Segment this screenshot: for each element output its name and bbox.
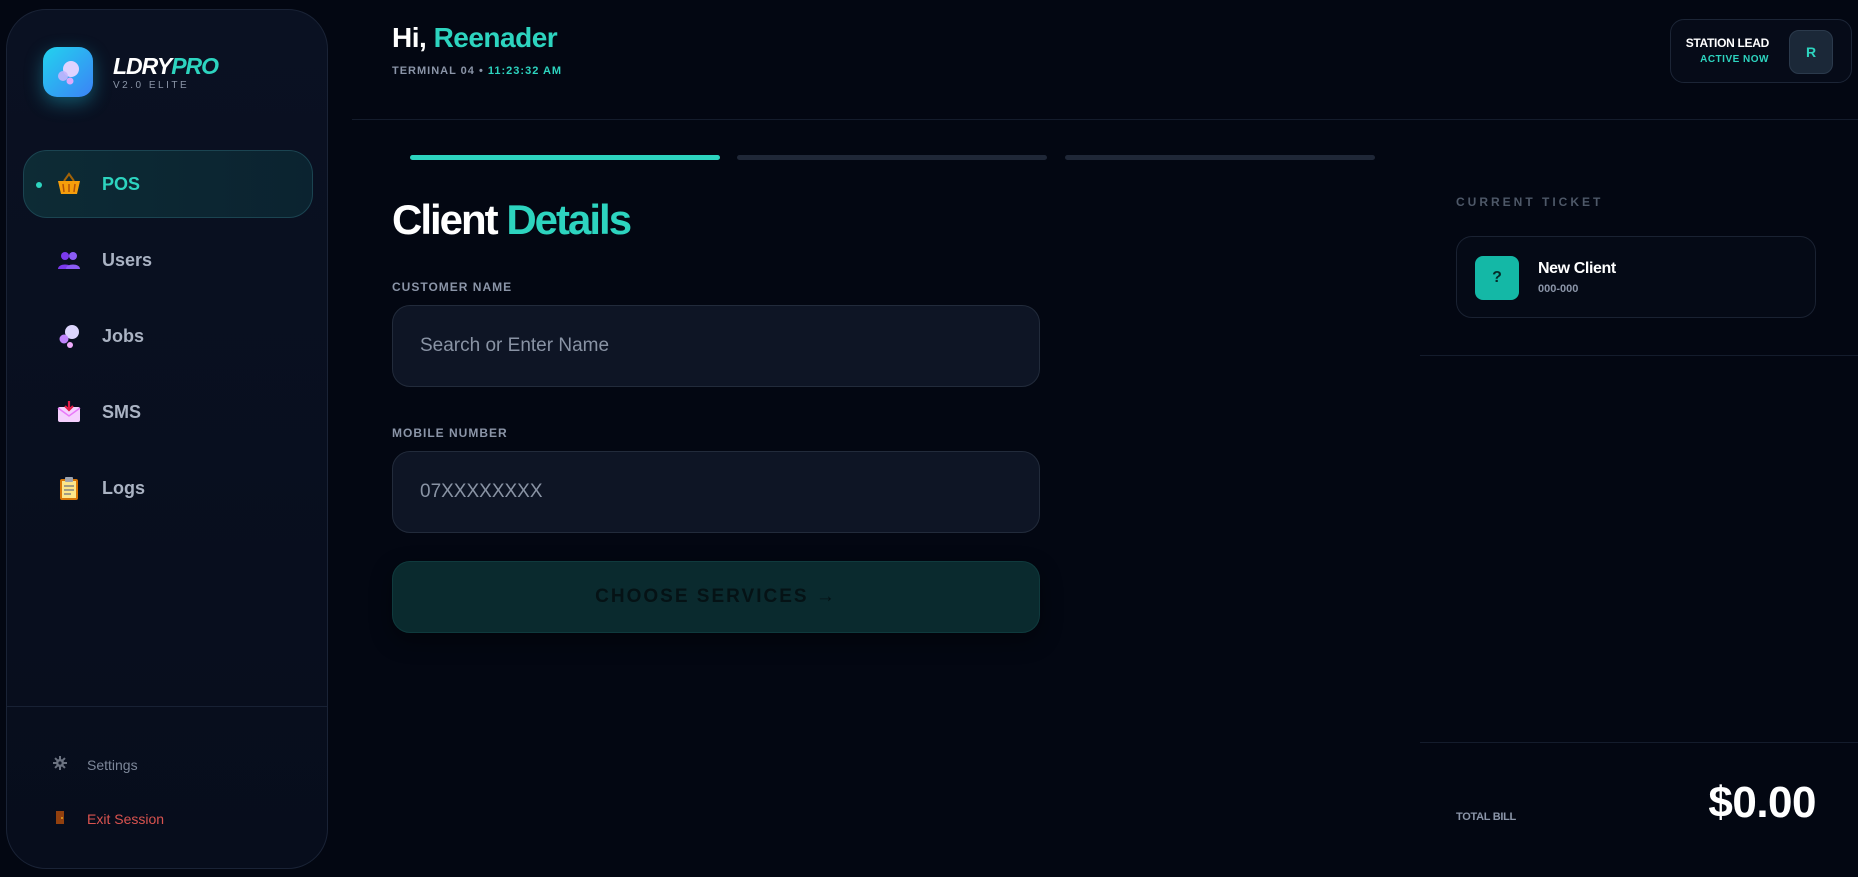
- users-icon: [56, 247, 82, 273]
- mobile-number-input[interactable]: [392, 451, 1040, 533]
- door-icon: [53, 810, 67, 827]
- sidebar-nav: POS Users Jobs SMS Logs: [23, 150, 313, 530]
- user-role: STATION LEAD: [1685, 36, 1770, 50]
- ticket-divider-bottom: [1420, 742, 1858, 743]
- sidebar-divider: [7, 706, 327, 707]
- terminal-info: TERMINAL 04 • 11:23:32 AM: [392, 65, 563, 77]
- envelope-icon: [56, 399, 82, 425]
- greeting: Hi, Reenader: [392, 22, 558, 53]
- clipboard-icon: [56, 475, 82, 501]
- ticket-client-id: 000-000: [1538, 283, 1579, 295]
- app-name: LDRYPRO: [113, 52, 219, 79]
- user-name: Reenader: [433, 22, 558, 53]
- bubbles-icon: [56, 323, 82, 349]
- exit-session-button[interactable]: Exit Session: [53, 810, 164, 827]
- app-version: V2.0 ELITE: [113, 79, 190, 91]
- sidebar-item-users[interactable]: Users: [23, 226, 313, 294]
- user-status: ACTIVE NOW: [1700, 54, 1769, 65]
- total-bill-value: $0.00: [1708, 778, 1816, 827]
- sidebar-item-logs[interactable]: Logs: [23, 454, 313, 522]
- choose-services-button[interactable]: CHOOSE SERVICES →: [392, 561, 1040, 633]
- sidebar-item-label: SMS: [102, 401, 142, 422]
- sidebar-item-label: Jobs: [102, 325, 145, 346]
- bubbles-logo-icon: [43, 47, 93, 97]
- header-divider: [352, 119, 1858, 120]
- ticket-card[interactable]: ? New Client 000-000: [1456, 236, 1816, 318]
- clock: 11:23:32 AM: [487, 65, 563, 77]
- app-logo[interactable]: LDRYPRO V2.0 ELITE: [43, 47, 219, 97]
- total-bill-label: TOTAL BILL: [1456, 811, 1516, 823]
- sidebar-item-label: Users: [102, 249, 153, 270]
- settings-label: Settings: [87, 756, 138, 773]
- ticket-divider-top: [1420, 355, 1858, 356]
- avatar[interactable]: R: [1789, 30, 1833, 74]
- sidebar-item-jobs[interactable]: Jobs: [23, 302, 313, 370]
- ticket-client-name: New Client: [1538, 260, 1616, 277]
- current-ticket-heading: CURRENT TICKET: [1456, 195, 1604, 209]
- sidebar-item-label: POS: [102, 173, 141, 194]
- sidebar-item-label: Logs: [102, 477, 145, 498]
- settings-button[interactable]: Settings: [53, 756, 138, 773]
- customer-name-input[interactable]: [392, 305, 1040, 387]
- step-indicator-2: [737, 155, 1047, 160]
- customer-name-label: CUSTOMER NAME: [392, 280, 513, 294]
- exit-session-label: Exit Session: [87, 810, 165, 827]
- gear-icon: [53, 756, 67, 773]
- active-indicator: [36, 182, 42, 188]
- step-indicator-3: [1065, 155, 1375, 160]
- sidebar: LDRYPRO V2.0 ELITE POS Users Jobs SMS Lo…: [6, 9, 328, 869]
- user-profile[interactable]: STATION LEAD ACTIVE NOW R: [1670, 19, 1852, 83]
- sidebar-item-sms[interactable]: SMS: [23, 378, 313, 446]
- page-title: Client Details: [392, 196, 632, 243]
- mobile-number-label: MOBILE NUMBER: [392, 426, 508, 440]
- question-icon: ?: [1475, 256, 1519, 300]
- sidebar-item-pos[interactable]: POS: [23, 150, 313, 218]
- basket-icon: [56, 171, 82, 197]
- step-indicator-1: [410, 155, 720, 160]
